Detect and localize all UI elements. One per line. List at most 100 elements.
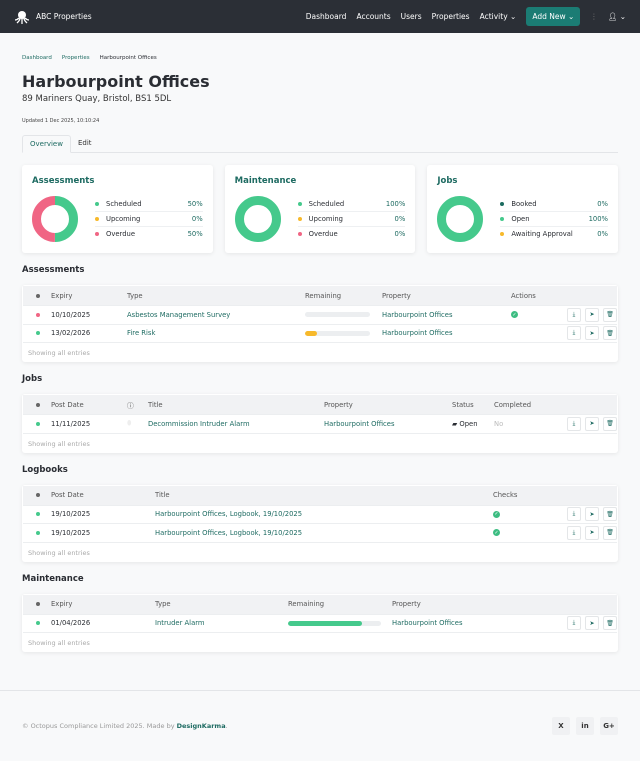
updated-timestamp: Updated 1 Dec 2025, 10:10:24 [22,118,100,124]
table-header: Post Date Title Checks [23,485,617,506]
status-cell [23,530,46,535]
check-cell: ✓ [488,510,562,518]
column-header: Status [452,400,474,409]
info-header: ⓘ [122,400,143,410]
type-link[interactable]: Fire Risk [122,329,300,337]
row-actions: ⤓ ➤ 🗑︎ [562,307,619,322]
breadcrumb-properties[interactable]: Properties [62,55,90,61]
legend-value: 0% [394,230,406,238]
title-link[interactable]: Harbourpoint Offices, Logbook, 19/10/202… [150,529,488,537]
status-text: Open [459,419,478,428]
check-circle-icon: ✓ [493,510,500,518]
property-link[interactable]: Harbourpoint Offices [377,329,506,337]
table-row[interactable]: 01/04/2026 Intruder Alarm Harbourpoint Off… [23,615,617,633]
legend-item: Booked 0% [500,197,609,212]
table-row[interactable]: 10/10/2025 Asbestos Management Survey Harb… [23,306,617,325]
status-dot [36,331,40,336]
trash-button[interactable]: 🗑︎ [603,307,617,322]
trash-button[interactable]: 🗑︎ [603,416,617,431]
title-link[interactable]: Decommission Intruder Alarm [143,420,319,428]
nav-activity-label: Activity [479,12,508,21]
tab-edit[interactable]: Edit [71,135,99,152]
download-button[interactable]: ⤓ [567,507,581,522]
breadcrumb-dashboard[interactable]: Dashboard [22,55,52,61]
download-button[interactable]: ⤓ [567,326,581,341]
legend-label: Booked [511,199,537,208]
summary-card: Maintenance Scheduled 100% Upcoming 0% Overdu… [224,165,416,253]
trash-button[interactable]: 🗑︎ [603,525,617,540]
designkarma-link[interactable]: DesignKarma [177,722,226,730]
nav-users[interactable]: Users [401,12,422,21]
remaining-fill [305,330,317,336]
property-link[interactable]: Harbourpoint Offices [319,420,447,428]
status-dot [36,402,40,407]
trash-button[interactable]: 🗑︎ [603,326,617,341]
status-dot [36,530,40,535]
logbooks-table: Post Date Title Checks 19/10/2025 Harbourpoi… [22,484,618,562]
table-row[interactable]: 19/10/2025 Harbourpoint Offices, Logbook,… [23,524,617,543]
send-button[interactable]: ➤ [585,307,599,322]
download-button[interactable]: ⤓ [567,416,581,431]
status-dot [36,512,40,517]
nav-accounts[interactable]: Accounts [356,12,390,21]
navbar: ABC Properties Dashboard Accounts Users … [0,0,640,33]
legend-item: Upcoming 0% [297,212,406,227]
send-icon: ➤ [589,311,595,319]
table-header: Expiry Type Remaining Property Actions [23,286,617,306]
column-header: Property [392,600,421,608]
legend-item: Scheduled 50% [95,197,203,212]
tab-overview[interactable]: Overview [22,135,71,153]
column-header: Remaining [288,600,325,608]
legend-item: Overdue 50% [95,227,203,242]
column-header: Completed [494,400,532,409]
download-button[interactable]: ⤓ [567,525,581,540]
status-cell [23,621,46,626]
property-address: 89 Mariners Quay, Bristol, BS1 5DL [22,94,172,104]
property-link[interactable]: Harbourpoint Offices [377,311,506,319]
column-header: Remaining [305,291,342,300]
page-title: Harbourpoint Offices [22,72,210,91]
download-button[interactable]: ⤓ [567,616,581,631]
send-button[interactable]: ➤ [585,525,599,540]
nav-dashboard[interactable]: Dashboard [306,12,347,21]
property-link[interactable]: Harbourpoint Offices [387,619,562,627]
send-button[interactable]: ➤ [585,326,599,341]
status-dot [36,493,40,497]
status-header [23,402,46,407]
status-cell [23,312,46,317]
table-row[interactable]: 11/11/2025 ⬮ Decommission Intruder Alarm Ha… [23,415,617,434]
x-icon[interactable]: X [552,717,570,735]
copyright-text: © Octopus Compliance Limited 2025. Made … [22,722,177,730]
nav-properties[interactable]: Properties [432,12,470,21]
donut-chart [437,196,484,242]
send-button[interactable]: ➤ [585,616,599,631]
type-link[interactable]: Intruder Alarm [150,619,283,627]
brand-link[interactable]: ABC Properties [14,9,92,25]
legend-value: 50% [187,199,203,208]
more-icon[interactable]: ⋮ [590,12,598,21]
send-button[interactable]: ➤ [585,507,599,522]
column-header: Actions [511,291,536,300]
trash-button[interactable]: 🗑︎ [603,616,617,631]
copyright: © Octopus Compliance Limited 2025. Made … [22,722,228,730]
trash-button[interactable]: 🗑︎ [603,507,617,522]
type-link[interactable]: Asbestos Management Survey [122,311,300,319]
send-button[interactable]: ➤ [585,416,599,431]
legend-value: 0% [394,214,406,223]
user-icon: 👤︎ [607,12,618,21]
google-plus-icon[interactable]: G+ [600,717,618,735]
title-link[interactable]: Harbourpoint Offices, Logbook, 19/10/202… [150,510,488,518]
trash-icon: 🗑︎ [606,529,614,537]
table-row[interactable]: 13/02/2026 Fire Risk Harbourpoint Offices ⤓… [23,325,617,343]
download-button[interactable]: ⤓ [567,307,581,322]
table-footer-info: Showing all entries [28,439,90,448]
nav-activity[interactable]: Activity ⌄ [480,12,517,21]
linkedin-icon[interactable]: in [576,717,594,735]
shield-icon: ⬮ [127,419,132,428]
logbooks-heading: Logbooks [22,464,68,475]
column-header: Title [155,491,170,499]
table-row[interactable]: 19/10/2025 Harbourpoint Offices, Logbook,… [23,506,617,524]
add-new-button[interactable]: Add New ⌄ [526,7,581,26]
donut-chart [234,196,281,242]
user-menu[interactable]: 👤︎ ⌄ [608,12,626,21]
